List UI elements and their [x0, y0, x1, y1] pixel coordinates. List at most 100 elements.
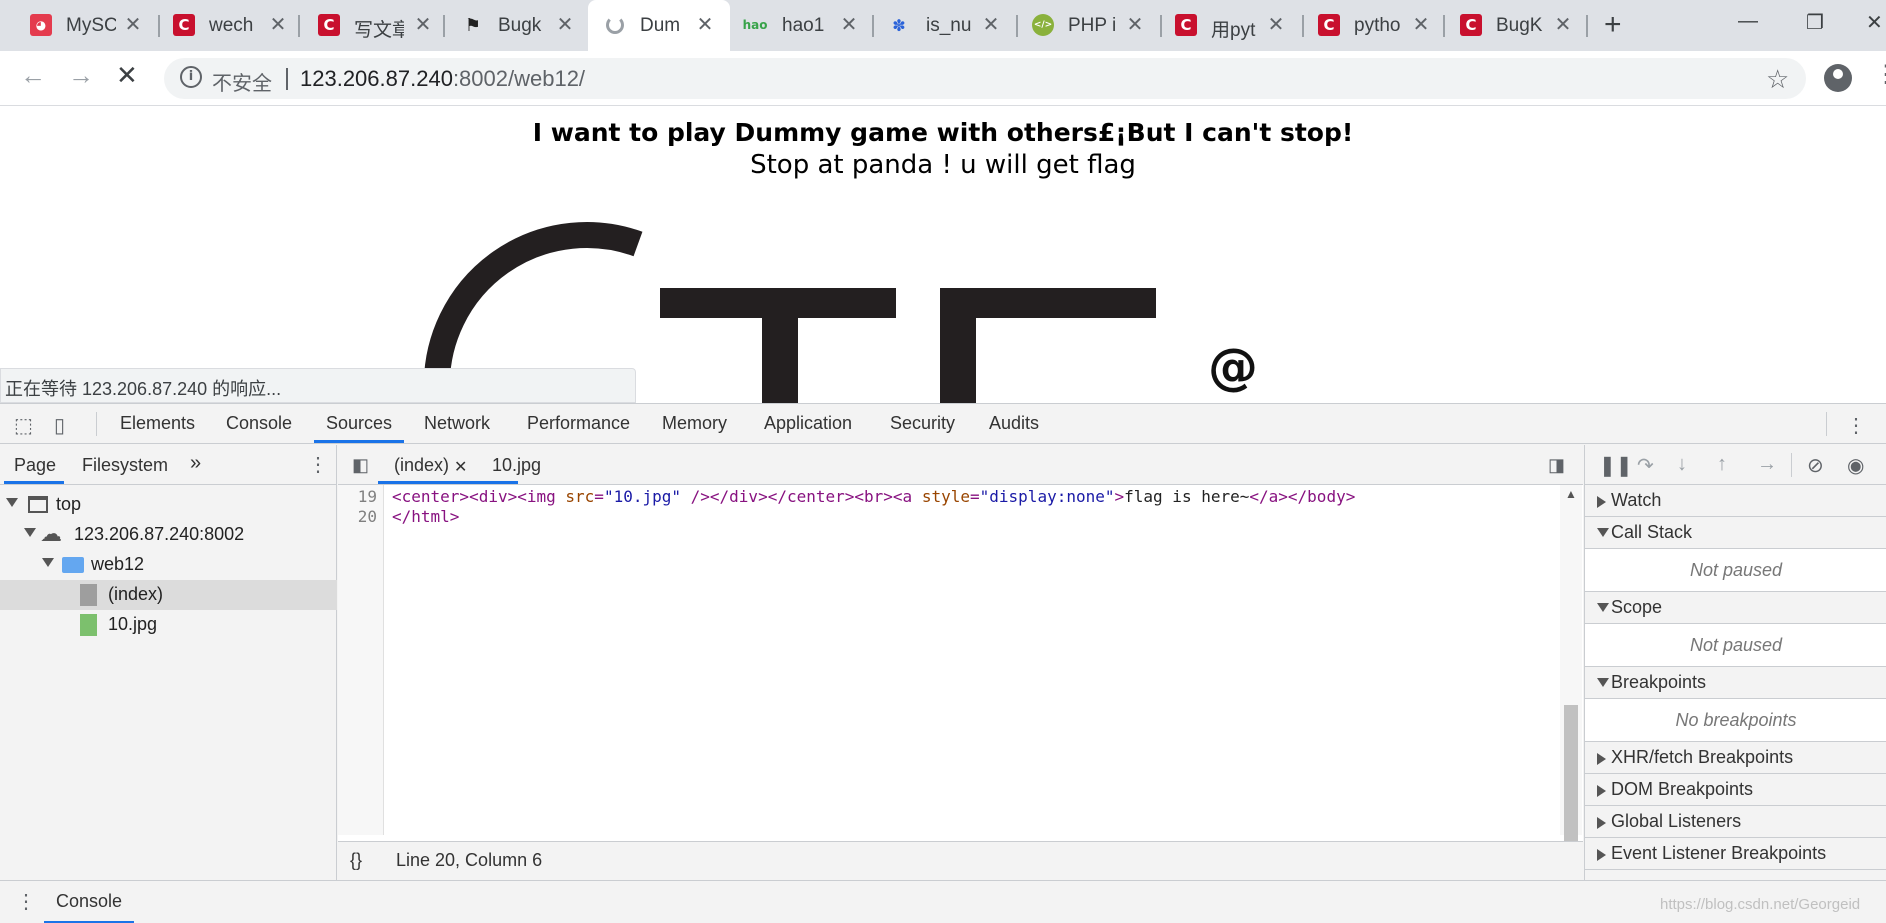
code-token: "display:none"	[979, 487, 1115, 506]
csdn-icon: C	[173, 14, 195, 36]
deactivate-breakpoints-icon[interactable]: ⊘	[1807, 453, 1824, 478]
tab-bugku[interactable]: ⚑ Bugk ✕	[432, 0, 577, 51]
tree-item-image[interactable]: 10.jpg	[0, 610, 337, 640]
tab-elements[interactable]: Elements	[120, 413, 195, 434]
close-icon[interactable]: ✕	[838, 12, 860, 37]
inspect-element-icon[interactable]: ⬚	[14, 413, 36, 437]
restore-icon[interactable]: ❐	[1806, 10, 1824, 35]
tree-item-folder[interactable]: web12	[0, 550, 337, 580]
url-text[interactable]: 123.206.87.240:8002/web12/	[300, 66, 585, 92]
tree-item-top[interactable]: top	[0, 490, 337, 520]
line-number: 20	[357, 507, 377, 526]
tab-is-numeric[interactable]: ✽ is_nu ✕	[870, 0, 1015, 51]
stop-loading-icon[interactable]: ✕	[116, 60, 138, 91]
pause-on-exceptions-icon[interactable]: ◉	[1847, 453, 1864, 478]
tab-python-2[interactable]: C pytho ✕	[1300, 0, 1445, 51]
pause-icon[interactable]: ❚❚	[1599, 453, 1633, 478]
profile-avatar-icon[interactable]	[1824, 64, 1852, 92]
section-global-listeners[interactable]: Global Listeners	[1585, 806, 1886, 838]
tab-write-article[interactable]: C 写文章 ✕	[288, 0, 433, 51]
expand-triangle-icon[interactable]	[42, 558, 54, 567]
tree-label: (index)	[108, 584, 164, 604]
tab-performance[interactable]: Performance	[527, 413, 630, 434]
close-icon[interactable]: ✕	[694, 12, 716, 37]
step-into-icon[interactable]: ↓	[1677, 453, 1687, 476]
close-icon[interactable]: ✕	[267, 12, 289, 37]
active-tab-indicator	[378, 481, 518, 484]
close-icon[interactable]: ✕	[1410, 12, 1432, 37]
close-icon[interactable]: ✕	[554, 12, 576, 37]
info-icon[interactable]: i	[180, 66, 202, 88]
tab-application[interactable]: Application	[764, 413, 852, 434]
editor-tab-image[interactable]: 10.jpg	[492, 455, 541, 476]
navigator-menu-icon[interactable]: ⋮	[308, 452, 328, 477]
tab-memory[interactable]: Memory	[662, 413, 727, 434]
tab-dummy-active[interactable]: Dum ✕	[588, 0, 730, 51]
hao-icon: hao	[742, 18, 768, 32]
address-bar[interactable]: i 不安全 123.206.87.240:8002/web12/ ☆	[164, 58, 1806, 99]
close-icon[interactable]: ✕	[1124, 12, 1146, 37]
minimize-icon[interactable]: —	[1738, 10, 1758, 33]
drawer-tab-console[interactable]: Console	[56, 891, 122, 912]
close-icon[interactable]: ✕	[1265, 12, 1287, 37]
section-call-stack[interactable]: Call Stack	[1585, 517, 1886, 549]
active-tab-indicator	[4, 481, 64, 484]
nav-tab-filesystem[interactable]: Filesystem	[82, 455, 168, 476]
collapsed-triangle-icon	[1597, 785, 1606, 797]
step-out-icon[interactable]: ↑	[1717, 453, 1727, 476]
step-icon[interactable]: →	[1757, 453, 1777, 476]
editor-tab-index[interactable]: (index)	[394, 455, 449, 476]
at-symbol: @	[1208, 338, 1258, 396]
pretty-print-button[interactable]: {}	[350, 850, 362, 871]
section-event-listener-breakpoints[interactable]: Event Listener Breakpoints	[1585, 838, 1886, 870]
more-tabs-icon[interactable]: »	[190, 452, 201, 475]
new-tab-icon[interactable]: +	[1604, 8, 1622, 42]
close-icon[interactable]: ✕	[122, 12, 144, 37]
browser-menu-icon[interactable]: ⋮	[1874, 60, 1886, 89]
tree-label: top	[56, 494, 82, 514]
scroll-up-icon[interactable]: ▲	[1565, 487, 1577, 501]
section-xhr-breakpoints[interactable]: XHR/fetch Breakpoints	[1585, 742, 1886, 774]
section-breakpoints[interactable]: Breakpoints	[1585, 667, 1886, 699]
toggle-navigator-icon[interactable]: ◧	[352, 455, 369, 476]
tab-bugku-2[interactable]: C BugK ✕	[1442, 0, 1587, 51]
close-icon[interactable]: ✕	[454, 457, 467, 477]
bookmark-star-icon[interactable]: ☆	[1766, 64, 1789, 95]
tab-audits[interactable]: Audits	[989, 413, 1039, 434]
close-icon[interactable]: ✕	[412, 12, 434, 37]
section-dom-breakpoints[interactable]: DOM Breakpoints	[1585, 774, 1886, 806]
tree-item-index[interactable]: (index)	[0, 580, 337, 610]
tab-title: 用pyt	[1211, 20, 1256, 41]
tab-python-1[interactable]: C 用pyt ✕	[1157, 0, 1302, 51]
tab-security[interactable]: Security	[890, 413, 955, 434]
devtools-drawer: ⋮ Console	[0, 880, 1886, 923]
close-icon[interactable]: ✕	[980, 12, 1002, 37]
scrollbar-thumb[interactable]	[1564, 705, 1578, 845]
section-label: Global Listeners	[1611, 811, 1742, 831]
section-watch[interactable]: Watch	[1585, 485, 1886, 517]
devtools-menu-icon[interactable]: ⋮	[1846, 413, 1868, 437]
close-icon[interactable]: ✕	[1552, 12, 1574, 37]
back-arrow-icon[interactable]: ←	[20, 60, 46, 91]
tab-wechat[interactable]: C wech ✕	[145, 0, 290, 51]
step-over-icon[interactable]: ↷	[1637, 453, 1654, 478]
close-window-icon[interactable]: ✕	[1866, 10, 1883, 35]
tab-php[interactable]: </> PHP i ✕	[1012, 0, 1157, 51]
tab-console[interactable]: Console	[226, 413, 292, 434]
web-page: I want to play Dummy game with others£¡B…	[0, 106, 1886, 403]
expand-triangle-icon[interactable]	[6, 498, 18, 507]
forward-arrow-icon[interactable]: →	[68, 60, 94, 91]
section-scope[interactable]: Scope	[1585, 592, 1886, 624]
expand-triangle-icon[interactable]	[24, 528, 36, 537]
tab-mysc[interactable]: ◕ MySC ✕	[0, 0, 150, 51]
nav-tab-page[interactable]: Page	[14, 455, 56, 476]
device-toolbar-icon[interactable]: ▯	[54, 413, 76, 437]
code-line-19[interactable]: <center><div><img src="10.jpg" /></div><…	[392, 487, 1355, 506]
toggle-debugger-icon[interactable]: ◨	[1548, 455, 1565, 476]
tree-item-host[interactable]: ☁ 123.206.87.240:8002	[0, 520, 337, 550]
code-line-20[interactable]: </html>	[392, 507, 459, 526]
drawer-menu-icon[interactable]: ⋮	[16, 889, 36, 914]
tab-network[interactable]: Network	[424, 413, 490, 434]
tab-sources[interactable]: Sources	[326, 413, 392, 434]
tab-hao123[interactable]: hao hao1 ✕	[730, 0, 875, 51]
